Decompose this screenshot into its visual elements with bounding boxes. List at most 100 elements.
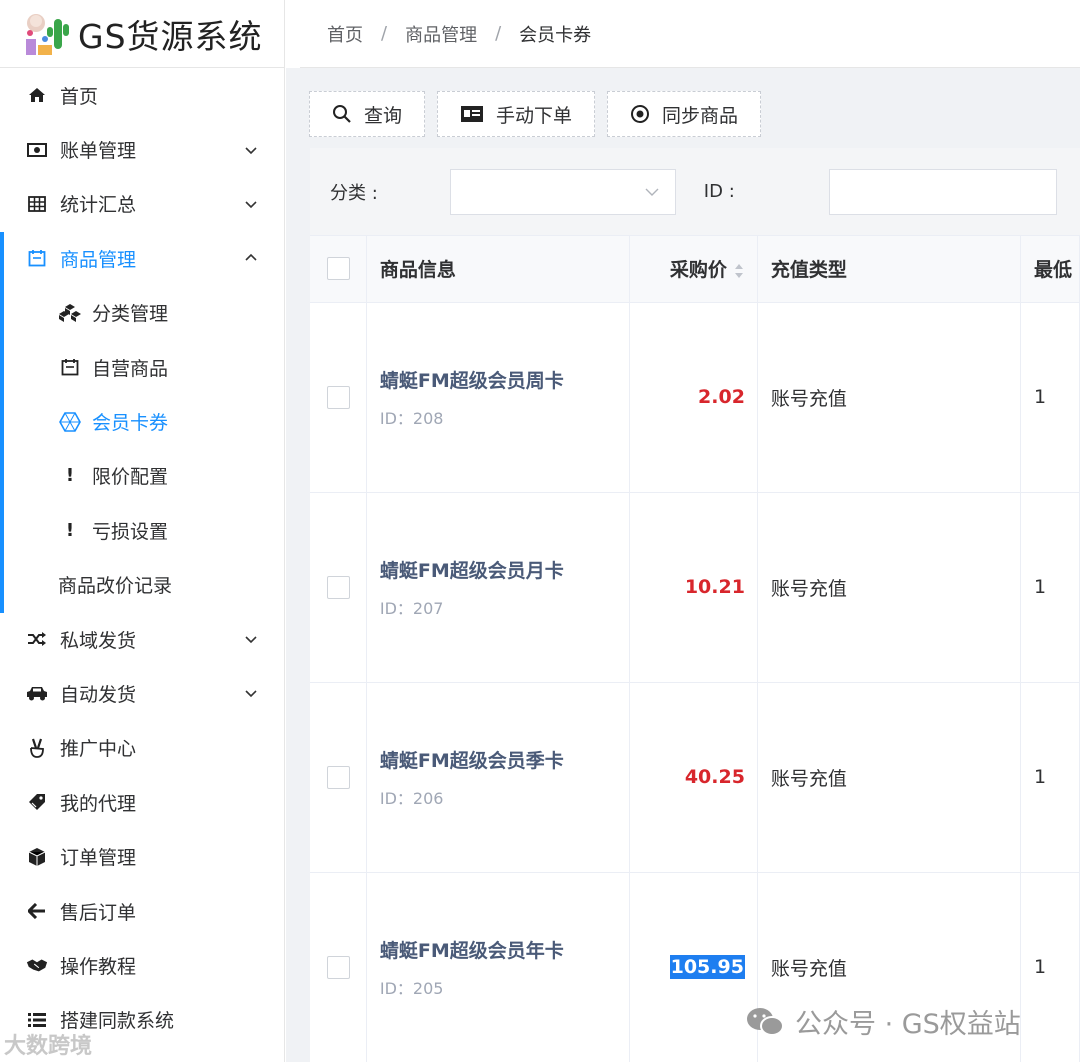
logo-image [20, 9, 72, 59]
sidebar-item-label: 自营商品 [92, 357, 169, 380]
min-cell: 1 [1020, 682, 1080, 873]
home-icon [26, 84, 48, 106]
breadcrumb-item-products[interactable]: 商品管理 [405, 21, 477, 47]
breadcrumb-separator: / [495, 23, 502, 44]
category-select[interactable] [449, 168, 676, 215]
chevron-down-icon [245, 636, 257, 644]
sidebar-item-my-agents[interactable]: 我的代理 [0, 775, 284, 829]
sidebar-item-label: 推广中心 [60, 738, 137, 761]
sidebar-item-label: 会员卡券 [92, 412, 169, 435]
sidebar-item-price-change-log[interactable]: 商品改价记录 [0, 558, 284, 612]
sidebar-item-price-limit[interactable]: ! 限价配置 [0, 449, 284, 503]
exclamation-icon: ! [65, 519, 75, 541]
row-checkbox[interactable] [327, 955, 350, 979]
column-header-price[interactable]: 采购价 [629, 236, 758, 303]
arrow-left-icon [26, 900, 48, 922]
filter-bar: 分类 : ID : [310, 148, 1080, 236]
sync-products-button[interactable]: 同步商品 [607, 91, 762, 137]
purchase-price: 105.95 [669, 955, 745, 979]
sidebar-item-tutorials[interactable]: 操作教程 [0, 938, 284, 992]
breadcrumb-separator: / [381, 23, 388, 44]
manual-order-button[interactable]: 手动下单 [437, 91, 596, 137]
product-name[interactable]: 蜻蜓FM超级会员周卡 [380, 366, 630, 393]
product-name[interactable]: 蜻蜓FM超级会员年卡 [380, 936, 630, 963]
select-all-checkbox[interactable] [327, 257, 350, 281]
row-checkbox-cell [310, 302, 367, 493]
sidebar-item-label: 首页 [60, 85, 99, 108]
sort-icon[interactable] [733, 262, 745, 280]
sidebar-item-bills[interactable]: 账单管理 [0, 122, 284, 176]
row-checkbox-cell [310, 872, 367, 1062]
product-id: ID：205 [379, 978, 444, 998]
chevron-up-icon [245, 254, 257, 261]
sidebar-item-label: 我的代理 [60, 792, 137, 815]
products-submenu: 分类管理 自营商品 会员卡券 ! 限价配置 ! 亏损设置 商品改价记录 [0, 231, 284, 613]
purchase-price: 10.21 [684, 576, 745, 598]
sidebar-item-member-cards[interactable]: 会员卡券 [0, 394, 284, 448]
chevron-down-icon [245, 147, 257, 154]
row-checkbox[interactable] [327, 765, 350, 789]
row-checkbox[interactable] [327, 385, 350, 409]
sidebar: GS货源系统 首页 账单管理 统计汇总 商品管理 分类管理 自营商品 会员卡券 … [0, 0, 285, 1062]
column-header-min: 最低 [1020, 236, 1080, 303]
id-filter-label: ID : [703, 181, 735, 202]
watermark: 公众号 · GS权益站 [745, 1002, 1021, 1041]
sidebar-menu: 首页 账单管理 统计汇总 商品管理 分类管理 自营商品 会员卡券 ! 限价配置 … [0, 68, 284, 1047]
product-info-cell: 蜻蜓FM超级会员季卡 ID：206 [366, 682, 631, 873]
sidebar-item-auto-delivery[interactable]: 自动发货 [0, 666, 284, 720]
breadcrumb-item-home[interactable]: 首页 [327, 21, 363, 47]
row-checkbox-cell [310, 492, 367, 683]
sidebar-item-promotion[interactable]: 推广中心 [0, 721, 284, 775]
sidebar-item-home[interactable]: 首页 [0, 68, 284, 122]
sync-products-button-label: 同步商品 [662, 105, 739, 127]
shuffle-icon [26, 628, 48, 650]
watermark-text: 公众号 · GS权益站 [795, 1009, 1021, 1040]
app-title: GS货源系统 [78, 16, 263, 56]
price-cell: 10.21 [629, 492, 758, 683]
sidebar-item-private-delivery[interactable]: 私域发货 [0, 612, 284, 666]
row-checkbox[interactable] [327, 575, 350, 599]
category-filter-label: 分类 : [330, 182, 378, 204]
sidebar-item-stats[interactable]: 统计汇总 [0, 177, 284, 231]
breadcrumb: 首页 / 商品管理 / 会员卡券 [300, 0, 1080, 68]
query-button[interactable]: 查询 [309, 91, 426, 137]
tag-icon [26, 791, 48, 813]
handshake-icon [26, 954, 48, 976]
column-header-price-label: 采购价 [669, 259, 727, 282]
car-icon [26, 682, 48, 704]
sidebar-item-products[interactable]: 商品管理 [0, 231, 284, 285]
table-header-row: 商品信息 采购价 充值类型 最低 [310, 236, 1080, 303]
sidebar-item-label: 操作教程 [60, 955, 137, 978]
sidebar-item-aftersales[interactable]: 售后订单 [0, 884, 284, 938]
radio-dot-icon [630, 104, 650, 124]
row-checkbox-cell [310, 682, 367, 873]
purchase-price: 2.02 [698, 386, 745, 408]
column-header-recharge-type: 充值类型 [757, 236, 1021, 303]
table-icon [26, 193, 48, 215]
sidebar-item-loss-settings[interactable]: ! 亏损设置 [0, 503, 284, 557]
chevron-down-icon [645, 188, 659, 196]
exclamation-icon: ! [65, 465, 75, 487]
product-name[interactable]: 蜻蜓FM超级会员月卡 [380, 556, 630, 583]
product-table: 商品信息 采购价 充值类型 最低 蜻蜓FM超级会员周卡 ID：208 2.02 … [310, 236, 1080, 1062]
chevron-down-icon [245, 201, 257, 209]
search-icon [332, 104, 352, 124]
product-name[interactable]: 蜻蜓FM超级会员季卡 [380, 746, 630, 773]
sidebar-item-own-products[interactable]: 自营商品 [0, 340, 284, 394]
sidebar-item-label: 自动发货 [60, 683, 137, 706]
sidebar-item-orders[interactable]: 订单管理 [0, 829, 284, 883]
chevron-down-icon [245, 690, 257, 698]
bill-icon [26, 139, 48, 161]
logo[interactable]: GS货源系统 [0, 0, 284, 68]
sidebar-item-label: 商品管理 [60, 248, 137, 271]
breadcrumb-item-current: 会员卡券 [519, 24, 592, 46]
hexagon-icon [58, 411, 82, 433]
peace-hand-icon [26, 737, 48, 759]
id-input[interactable] [828, 168, 1057, 215]
id-card-icon [460, 105, 484, 123]
sidebar-item-categories[interactable]: 分类管理 [0, 286, 284, 340]
cubes-icon [58, 302, 82, 324]
watermark-secondary: 大数跨境 [4, 1034, 93, 1059]
sidebar-item-label: 订单管理 [60, 847, 137, 870]
sidebar-item-label: 统计汇总 [60, 194, 137, 217]
